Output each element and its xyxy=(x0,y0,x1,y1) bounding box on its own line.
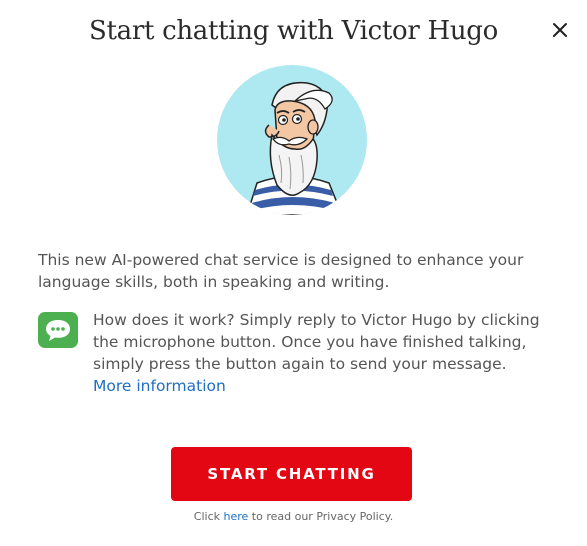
chat-dialog: Start chatting with Victor Hugo This new… xyxy=(0,0,587,546)
privacy-link[interactable]: here xyxy=(224,510,249,523)
victor-hugo-avatar xyxy=(217,65,367,215)
privacy-prefix: Click xyxy=(193,510,224,523)
avatar xyxy=(217,65,367,215)
chat-bubble-icon xyxy=(38,312,78,348)
how-it-works-text: How does it work? Simply reply to Victor… xyxy=(93,311,540,373)
close-icon xyxy=(553,23,567,37)
dialog-title: Start chatting with Victor Hugo xyxy=(88,16,498,46)
more-information-link[interactable]: More information xyxy=(93,377,226,395)
close-button[interactable] xyxy=(548,18,572,42)
privacy-suffix: to read our Privacy Policy. xyxy=(248,510,394,523)
intro-text: This new AI-powered chat service is desi… xyxy=(38,251,524,291)
privacy-notice: Click here to read our Privacy Policy. xyxy=(0,510,587,523)
start-chatting-button[interactable]: START CHATTING xyxy=(171,447,412,501)
